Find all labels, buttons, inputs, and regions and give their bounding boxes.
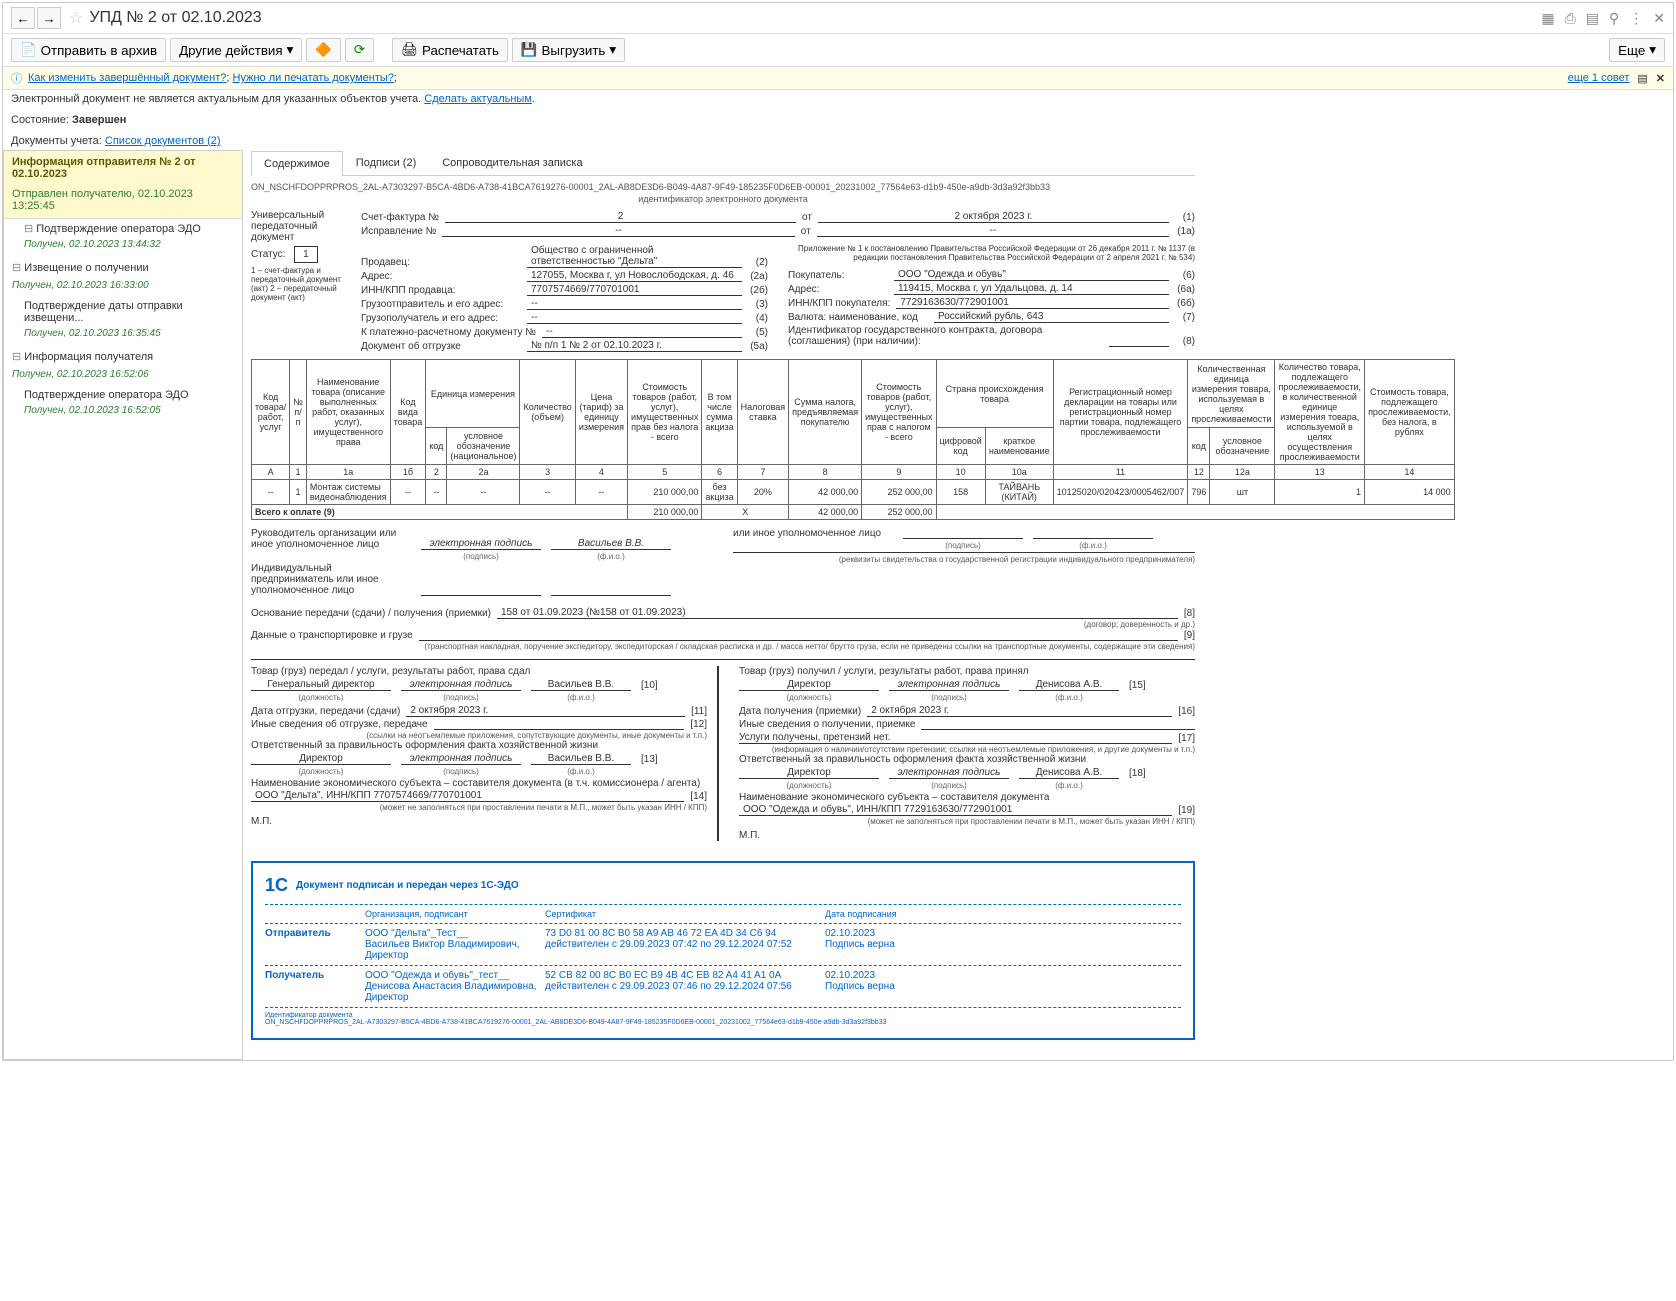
signature-box: 1С Документ подписан и передан через 1С-…: [251, 861, 1195, 1040]
sidebar-item[interactable]: Подтверждение даты отправки извещени...: [4, 297, 242, 327]
status-note: 1 – счет-фактура и передаточный документ…: [251, 266, 341, 302]
docs-label: Документы учета:: [11, 135, 102, 147]
tab-content[interactable]: Содержимое: [251, 151, 343, 176]
sidebar-item[interactable]: Подтверждение оператора ЭДО: [4, 219, 242, 238]
sidebar-status: Отправлен получателю, 02.10.2023 13:25:4…: [4, 185, 242, 219]
warning-link-1[interactable]: Как изменить завершённый документ?: [28, 72, 226, 84]
table-row: --1Монтаж системы видеонаблюдения-------…: [252, 480, 1455, 505]
sidebar-time: Получен, 02.10.2023 16:52:05: [4, 404, 242, 422]
sidebar-item[interactable]: Подтверждение оператора ЭДО: [4, 386, 242, 404]
sidebar-header[interactable]: Информация отправителя № 2 от 02.10.2023: [4, 151, 242, 185]
info-icon: ⓘ: [11, 70, 22, 86]
appendix-note: Приложение № 1 к постановлению Правитель…: [788, 244, 1195, 262]
close-warning-icon[interactable]: ✕: [1656, 72, 1665, 85]
status-box: 1: [294, 246, 318, 263]
close-icon[interactable]: ✕: [1653, 10, 1665, 27]
tab-signatures[interactable]: Подписи (2): [343, 150, 429, 175]
state-value: Завершен: [72, 114, 126, 126]
page-title: УПД № 2 от 02.10.2023: [89, 9, 1541, 27]
forward-button[interactable]: →: [37, 7, 61, 29]
tree-button[interactable]: 🔶: [306, 38, 341, 62]
doc-id: ON_NSCHFDOPPRPROS_2AL-A7303297-B5CA-4BD6…: [251, 176, 1195, 194]
link-icon[interactable]: ⚲: [1609, 10, 1619, 27]
refresh-button[interactable]: ⟳: [345, 38, 374, 62]
print-icon[interactable]: ⎙: [1565, 10, 1576, 27]
1c-logo-icon: 1С: [265, 875, 288, 896]
export-button[interactable]: 💾 Выгрузить ▾: [512, 38, 625, 62]
back-button[interactable]: ←: [11, 7, 35, 29]
items-table: Код товара/ работ, услуг № п/п Наименова…: [251, 359, 1455, 520]
favorite-icon[interactable]: ☆: [69, 8, 83, 28]
sidebar-item[interactable]: Информация получателя: [4, 345, 242, 368]
sidebar-time: Получен, 02.10.2023 13:44:32: [4, 238, 242, 256]
warning-link-2[interactable]: Нужно ли печатать документы?: [233, 72, 394, 84]
settings-icon[interactable]: ▤: [1586, 10, 1599, 27]
upd-label: Универсальный передаточный документ: [251, 210, 331, 243]
scan-icon[interactable]: ▦: [1541, 10, 1554, 27]
more-tips-link[interactable]: еще 1 совет: [1568, 72, 1630, 84]
docs-link[interactable]: Список документов (2): [105, 135, 221, 147]
sidebar-time: Получен, 02.10.2023 16:52:06: [4, 368, 242, 386]
sidebar-time: Получен, 02.10.2023 16:35:45: [4, 327, 242, 345]
print-button[interactable]: 🖨 Распечатать: [392, 38, 508, 62]
archive-button[interactable]: 📄 Отправить в архив: [11, 38, 166, 62]
list-icon[interactable]: ▤: [1637, 72, 1647, 85]
sidebar: Информация отправителя № 2 от 02.10.2023…: [3, 150, 243, 1060]
actual-text: Электронный документ не является актуаль…: [11, 93, 424, 105]
state-label: Состояние:: [11, 114, 69, 126]
sidebar-time: Получен, 02.10.2023 16:33:00: [4, 279, 242, 297]
doc-id-label: идентификатор электронного документа: [251, 194, 1195, 210]
tab-note[interactable]: Сопроводительная записка: [429, 150, 595, 175]
make-actual-link[interactable]: Сделать актуальным: [424, 93, 532, 105]
sidebar-item[interactable]: Извещение о получении: [4, 256, 242, 279]
more-button[interactable]: Еще ▾: [1609, 38, 1665, 62]
kebab-icon[interactable]: ⋮: [1629, 10, 1643, 27]
other-actions-button[interactable]: Другие действия ▾: [170, 38, 302, 62]
